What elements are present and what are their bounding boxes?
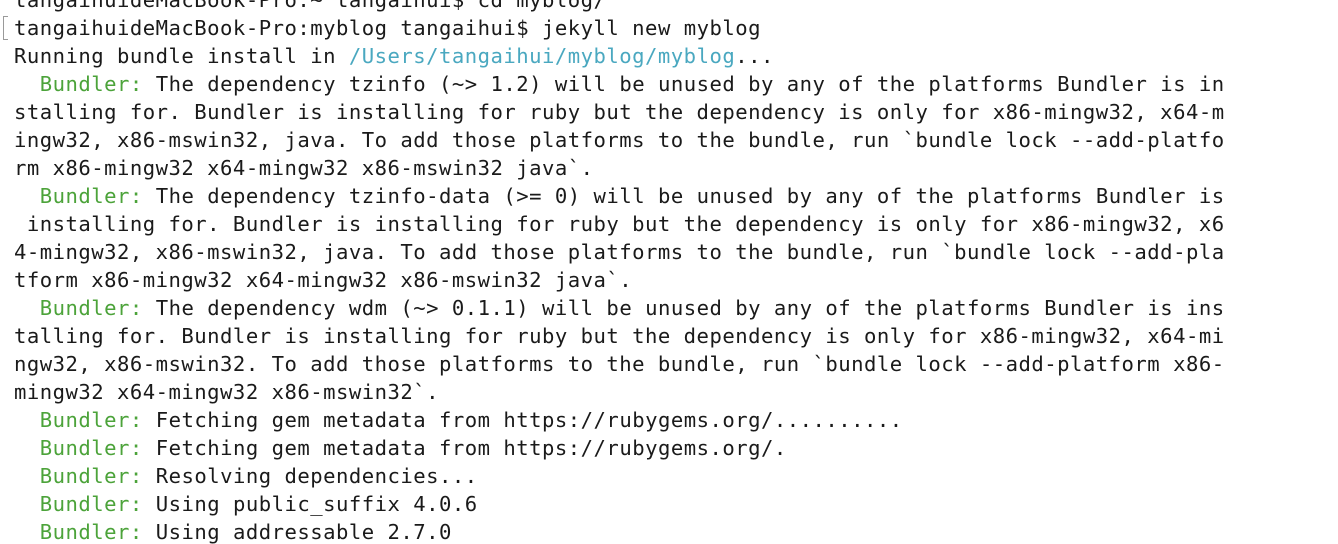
running-prefix: Running bundle install in <box>14 44 349 68</box>
bundler-line: Bundler: Fetching gem metadata from http… <box>14 406 1225 434</box>
prompt-line: tangaihuideMacBook-Pro:myblog tangaihui$… <box>3 14 1225 42</box>
wrapped-line: installing for. Bundler is installing fo… <box>14 212 1225 236</box>
terminal-window[interactable]: tangaihuideMacBook-Pro:~ tangaihui$ cd m… <box>0 0 1338 544</box>
bundler-line: Bundler: The dependency tzinfo-data (>= … <box>14 182 1225 210</box>
terminal-output: tangaihuideMacBook-Pro:~ tangaihui$ cd m… <box>3 0 1225 544</box>
bundler-tag: Bundler: <box>39 184 143 208</box>
wrapped-line: talling for. Bundler is installing for r… <box>14 324 1225 348</box>
wrapped-line: mingw32 x64-mingw32 x86-mswin32`. <box>14 380 439 404</box>
bundler-message: Fetching gem metadata from https://rubyg… <box>155 408 903 432</box>
bundler-message: Using addressable 2.7.0 <box>155 520 452 544</box>
bundler-tag: Bundler: <box>39 408 143 432</box>
prompt-mark <box>3 16 8 40</box>
running-suffix: ... <box>735 44 774 68</box>
bundler-message: Resolving dependencies... <box>155 464 478 488</box>
bundler-message: Fetching gem metadata from https://rubyg… <box>155 436 787 460</box>
bundler-tag: Bundler: <box>39 436 143 460</box>
bundler-line: Bundler: Resolving dependencies... <box>14 462 1225 490</box>
wrapped-line: stalling for. Bundler is installing for … <box>14 100 1225 124</box>
bundler-message: Using public_suffix 4.0.6 <box>155 492 478 516</box>
bundler-tag: Bundler: <box>39 72 143 96</box>
running-line: Running bundle install in /Users/tangaih… <box>14 42 1225 70</box>
previous-command-line: tangaihuideMacBook-Pro:~ tangaihui$ cd m… <box>14 0 607 12</box>
bundler-line: Bundler: The dependency wdm (~> 0.1.1) w… <box>14 294 1225 322</box>
bundler-message: The dependency tzinfo-data (>= 0) will b… <box>155 184 1225 208</box>
bundler-tag: Bundler: <box>39 520 143 544</box>
bundler-tag: Bundler: <box>39 464 143 488</box>
bundler-line: Bundler: Using public_suffix 4.0.6 <box>14 490 1225 518</box>
wrapped-line: ingw32, x86-mswin32, java. To add those … <box>14 128 1225 152</box>
wrapped-line: 4-mingw32, x86-mswin32, java. To add tho… <box>14 240 1225 264</box>
bundler-line: Bundler: The dependency tzinfo (~> 1.2) … <box>14 70 1225 98</box>
wrapped-line: tform x86-mingw32 x64-mingw32 x86-mswin3… <box>14 268 633 292</box>
bundler-line: Bundler: Fetching gem metadata from http… <box>14 434 1225 462</box>
command-text: jekyll new myblog <box>542 16 761 40</box>
shell-prompt: tangaihuideMacBook-Pro:myblog tangaihui$ <box>14 16 543 40</box>
wrapped-line: rm x86-mingw32 x64-mingw32 x86-mswin32 j… <box>14 156 594 180</box>
bundler-line: Bundler: Using addressable 2.7.0 <box>14 518 1225 544</box>
install-path: /Users/tangaihui/myblog/myblog <box>348 44 736 68</box>
wrapped-line: ngw32, x86-mswin32. To add those platfor… <box>14 352 1225 376</box>
bundler-tag: Bundler: <box>39 296 143 320</box>
bundler-tag: Bundler: <box>39 492 143 516</box>
bundler-message: The dependency tzinfo (~> 1.2) will be u… <box>155 72 1225 96</box>
bundler-message: The dependency wdm (~> 0.1.1) will be un… <box>155 296 1225 320</box>
